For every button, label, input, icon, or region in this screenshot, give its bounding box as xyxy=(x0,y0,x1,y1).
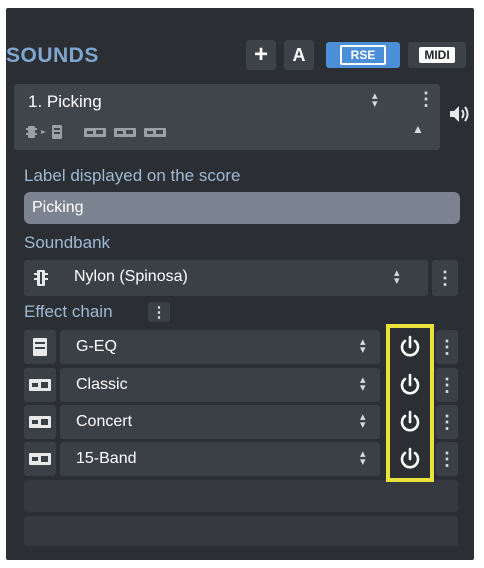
effect-updown-icon: ▴ ▾ xyxy=(360,336,366,356)
effect-updown-icon: ▴ ▾ xyxy=(360,374,366,394)
effect-chain-heading: Effect chain xyxy=(24,302,113,321)
speaker-icon[interactable] xyxy=(448,104,470,124)
power-icon[interactable] xyxy=(397,372,423,398)
effect-updown-icon: ▴ ▾ xyxy=(360,448,366,468)
track-card[interactable]: 1. Picking ▴ ▾ ⋮ ▲ xyxy=(14,84,440,150)
amp-icon xyxy=(24,405,56,439)
soundbank-value: Nylon (Spinosa) xyxy=(74,268,188,285)
kebab-icon: ⋮ xyxy=(151,303,167,321)
effect-updown-icon: ▴ ▾ xyxy=(360,411,366,431)
amp-icon xyxy=(24,442,56,476)
empty-effect-slot[interactable] xyxy=(24,516,458,546)
soundbank-updown-icon: ▴ ▾ xyxy=(394,267,400,287)
power-icon[interactable] xyxy=(397,334,423,360)
score-label-input[interactable]: Picking xyxy=(24,192,460,224)
kebab-icon: ⋮ xyxy=(438,412,456,432)
instrument-chain-icon xyxy=(26,125,166,139)
score-label-heading: Label displayed on the score xyxy=(24,166,241,185)
effect-row[interactable]: Concert ▴ ▾ xyxy=(60,405,380,439)
rse-toggle[interactable]: RSE xyxy=(326,42,400,68)
effect-name: 15-Band xyxy=(76,450,137,467)
track-menu-button[interactable]: ⋮ xyxy=(417,90,435,108)
panel-title: SOUNDS xyxy=(6,44,99,67)
rse-label: RSE xyxy=(339,45,387,65)
midi-toggle[interactable]: MIDI xyxy=(408,42,466,68)
add-button[interactable]: + xyxy=(246,40,276,70)
track-name: 1. Picking xyxy=(28,92,102,111)
kebab-icon: ⋮ xyxy=(438,337,456,357)
effect-menu-button[interactable]: ⋮ xyxy=(436,442,458,476)
effect-menu-button[interactable]: ⋮ xyxy=(436,368,458,402)
midi-label: MIDI xyxy=(419,47,455,63)
effect-name: Concert xyxy=(76,413,133,430)
effect-name: G-EQ xyxy=(76,338,117,355)
soundbank-heading: Soundbank xyxy=(24,233,111,252)
effect-row[interactable]: G-EQ ▴ ▾ xyxy=(60,330,380,364)
effect-chain-menu-button[interactable]: ⋮ xyxy=(148,302,170,322)
kebab-icon: ⋮ xyxy=(438,449,456,469)
a-button[interactable]: A xyxy=(284,40,314,70)
effect-row[interactable]: Classic ▴ ▾ xyxy=(60,368,380,402)
power-icon[interactable] xyxy=(397,446,423,472)
kebab-icon: ⋮ xyxy=(436,268,454,288)
effect-menu-button[interactable]: ⋮ xyxy=(436,330,458,364)
empty-effect-slot[interactable] xyxy=(24,480,458,512)
collapse-chevron-icon[interactable]: ▲ xyxy=(412,122,424,136)
guitar-icon xyxy=(34,270,48,286)
effect-name: Classic xyxy=(76,376,128,393)
power-icon[interactable] xyxy=(397,409,423,435)
eq-icon xyxy=(24,330,56,364)
kebab-icon: ⋮ xyxy=(438,375,456,395)
soundbank-select[interactable]: Nylon (Spinosa) ▴ ▾ xyxy=(24,260,428,296)
amp-icon xyxy=(24,368,56,402)
soundbank-menu-button[interactable]: ⋮ xyxy=(432,260,458,296)
effect-row[interactable]: 15-Band ▴ ▾ xyxy=(60,442,380,476)
track-updown-icon[interactable]: ▴ ▾ xyxy=(372,91,378,110)
effect-menu-button[interactable]: ⋮ xyxy=(436,405,458,439)
